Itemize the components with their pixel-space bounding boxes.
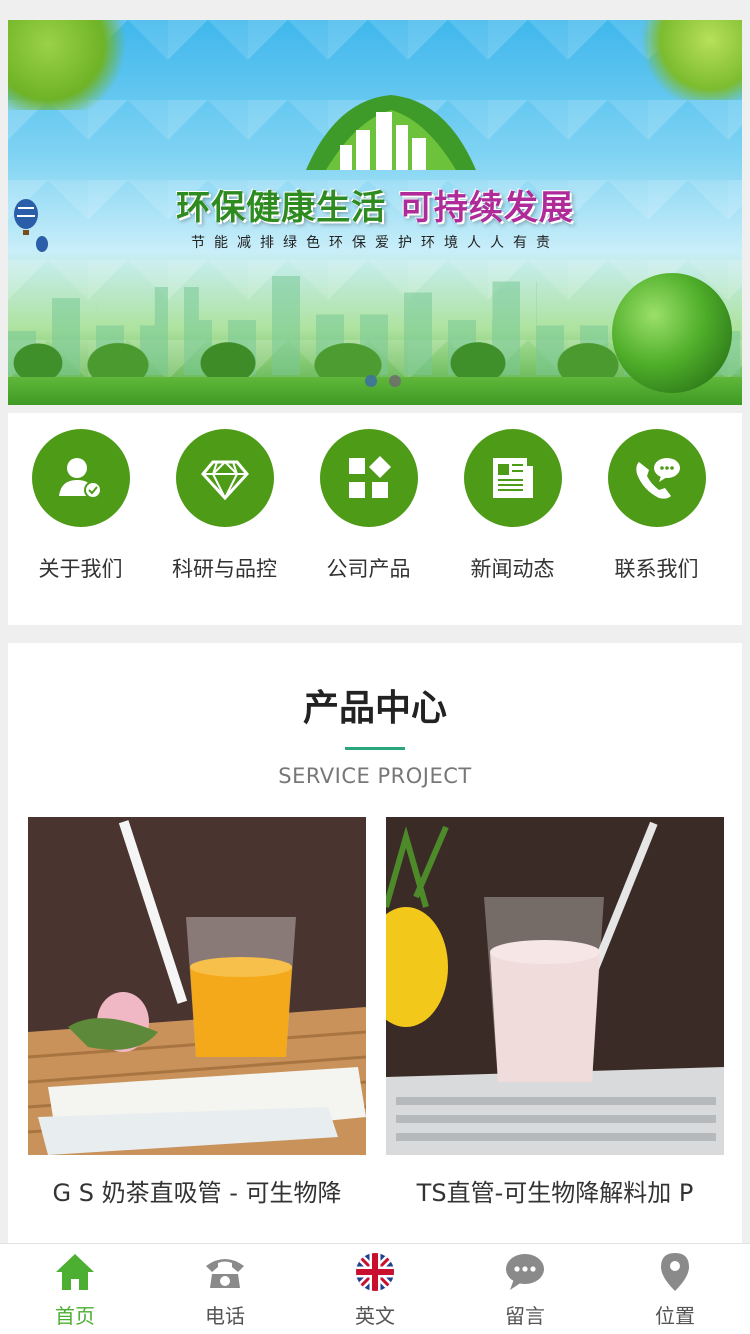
uk-flag-icon — [300, 1252, 450, 1292]
hero-banner[interactable]: 环保健康生活 可持续发展 节能减排绿色环保爱护环境人人有责 — [8, 20, 742, 405]
nav-label: 科研与品控 — [172, 557, 277, 581]
product-name[interactable]: G S 奶茶直吸管 - 可生物降 — [28, 1173, 366, 1208]
page: 环保健康生活 可持续发展 节能减排绿色环保爱护环境人人有责 关于我们 科研与品控… — [8, 20, 742, 1243]
message-bubble-icon — [450, 1252, 600, 1292]
banner-slogan: 节能减排绿色环保爱护环境人人有责 — [191, 235, 559, 251]
nav-item-about[interactable]: 关于我们 — [9, 429, 152, 625]
nav-label: 联系我们 — [614, 557, 699, 581]
product-center: 产品中心 SERVICE PROJECT G S 奶茶直吸管 - 可生物降 TS… — [8, 643, 742, 1243]
nav-item-research[interactable]: 科研与品控 — [153, 429, 296, 625]
title-underline — [345, 747, 405, 750]
newspaper-icon — [463, 429, 562, 527]
product-image[interactable] — [28, 817, 366, 1155]
product-name[interactable]: TS直管-可生物降解料加 P — [386, 1173, 724, 1208]
telephone-icon — [150, 1252, 300, 1292]
leaves-decoration — [632, 20, 742, 100]
phone-chat-icon — [607, 429, 706, 527]
diamond-icon — [175, 429, 274, 527]
green-city-leaf-icon — [306, 95, 476, 170]
section-title: 产品中心 — [302, 688, 447, 729]
carousel-indicators — [365, 375, 401, 387]
tab-message[interactable]: 留言 — [450, 1244, 600, 1334]
apps-grid-icon — [319, 429, 418, 527]
nav-label: 新闻动态 — [470, 557, 555, 581]
tab-label: 位置 — [655, 1304, 695, 1328]
carousel-dot-active[interactable] — [389, 375, 401, 387]
location-pin-icon — [600, 1252, 750, 1292]
green-globe-image — [612, 273, 732, 393]
carousel-dot[interactable] — [365, 375, 377, 387]
nav-item-contact[interactable]: 联系我们 — [585, 429, 728, 625]
product-image[interactable] — [386, 817, 724, 1155]
tab-label: 英文 — [355, 1304, 395, 1328]
nav-item-news[interactable]: 新闻动态 — [441, 429, 584, 625]
tab-home[interactable]: 首页 — [0, 1244, 150, 1334]
section-subtitle: SERVICE PROJECT — [278, 764, 472, 788]
tab-phone[interactable]: 电话 — [150, 1244, 300, 1334]
product-card[interactable]: TS直管-可生物降解料加 P — [386, 817, 724, 1208]
leaves-decoration — [8, 20, 138, 110]
home-icon — [0, 1252, 150, 1292]
nav-label: 公司产品 — [326, 557, 411, 581]
banner-headline-part2: 可持续发展 — [398, 188, 574, 228]
banner-headline-part1: 环保健康生活 — [176, 188, 387, 228]
nav-item-products[interactable]: 公司产品 — [297, 429, 440, 625]
user-check-icon — [31, 429, 130, 527]
bottom-tab-bar: 首页 电话 英文 留言 位置 — [0, 1243, 750, 1334]
banner-headline: 环保健康生活 可持续发展 — [8, 180, 742, 229]
tab-label: 留言 — [505, 1304, 545, 1328]
product-grid: G S 奶茶直吸管 - 可生物降 TS直管-可生物降解料加 P — [8, 817, 742, 1208]
tab-label: 首页 — [55, 1304, 95, 1328]
tab-location[interactable]: 位置 — [600, 1244, 750, 1334]
tab-label: 电话 — [205, 1304, 245, 1328]
quick-nav: 关于我们 科研与品控 公司产品 新闻动态 联系我们 — [8, 413, 742, 625]
tab-english[interactable]: 英文 — [300, 1244, 450, 1334]
product-card[interactable]: G S 奶茶直吸管 - 可生物降 — [28, 817, 366, 1208]
nav-label: 关于我们 — [38, 557, 123, 581]
